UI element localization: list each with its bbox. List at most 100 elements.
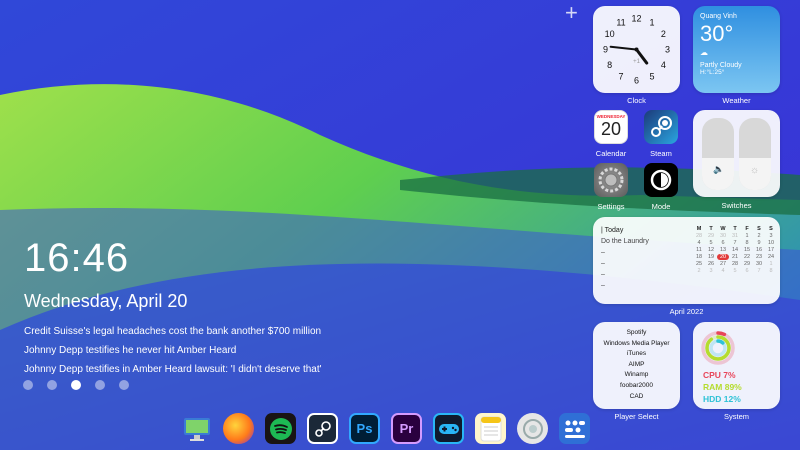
control-panel-icon[interactable] <box>559 413 590 444</box>
volume-slider[interactable]: 🔈 <box>702 118 734 190</box>
calendar-day-cell[interactable]: 17 <box>765 247 777 253</box>
page-dot[interactable] <box>23 380 33 390</box>
steam-glyph <box>314 420 331 437</box>
calendar-day-cell[interactable]: 1 <box>741 233 753 239</box>
calendar-day-cell[interactable]: 13 <box>717 247 729 253</box>
settings-circle-icon[interactable] <box>517 413 548 444</box>
page-dot[interactable] <box>119 380 129 390</box>
todo-item[interactable]: – <box>601 269 649 280</box>
calendar-day-cell[interactable]: 29 <box>705 233 717 239</box>
calendar-day-cell[interactable]: 5 <box>729 268 741 274</box>
spotify-icon[interactable] <box>265 413 296 444</box>
premiere-icon[interactable]: Pr <box>391 413 422 444</box>
calendar-day-cell[interactable]: 6 <box>717 240 729 246</box>
calendar-day-cell[interactable]: 25 <box>693 261 705 267</box>
todo-item[interactable]: – <box>601 247 649 258</box>
minute-hand <box>609 45 638 51</box>
settings-circle-glyph <box>522 418 543 439</box>
news-item[interactable]: Johnny Depp testifies he never hit Amber… <box>24 341 322 360</box>
weather-widget[interactable]: Quang Vinh 30° ☁ Partly Cloudy H:°L:25° <box>693 6 780 93</box>
switches-widget: 🔈 ☼ <box>693 110 780 197</box>
cloud-icon: ☁ <box>700 48 708 57</box>
steam-icon[interactable] <box>307 413 338 444</box>
todo-item[interactable]: – <box>601 258 649 269</box>
calendar-day-cell[interactable]: 29 <box>741 261 753 267</box>
calendar-day-cell[interactable]: 4 <box>693 240 705 246</box>
calendar-day-cell[interactable]: 30 <box>717 233 729 239</box>
gamepad-icon[interactable] <box>433 413 464 444</box>
page-dot[interactable] <box>47 380 57 390</box>
calendar-day-cell[interactable]: 23 <box>753 254 765 260</box>
calendar-day-cell[interactable]: 11 <box>693 247 705 253</box>
photoshop-glyph: Ps <box>356 421 373 436</box>
player-option[interactable]: iTunes <box>593 349 680 360</box>
player-option[interactable]: Spotify <box>593 328 680 339</box>
weekday-header: S <box>757 226 761 232</box>
calendar-day-cell[interactable]: 15 <box>741 247 753 253</box>
weekday-header: T <box>709 226 713 232</box>
todo-item[interactable]: – <box>601 280 649 291</box>
todo-items: Do the Laundry – – – – <box>601 236 649 291</box>
add-widget-icon[interactable]: + <box>565 0 578 26</box>
calendar-day-cell[interactable]: 18 <box>693 254 705 260</box>
player-option[interactable]: Windows Media Player <box>593 339 680 350</box>
calendar-day-cell[interactable]: 22 <box>741 254 753 260</box>
calendar-day-cell[interactable]: 19 <box>705 254 717 260</box>
todo-item[interactable]: Do the Laundry <box>601 236 649 247</box>
mode-app-icon[interactable] <box>644 163 678 197</box>
todo-widget-label: April 2022 <box>669 307 704 316</box>
player-option[interactable]: foobar2000 <box>593 381 680 392</box>
calendar-day-cell[interactable]: 3 <box>705 268 717 274</box>
calendar-day-cell[interactable]: 9 <box>753 240 765 246</box>
page-dot[interactable] <box>71 380 81 390</box>
calendar-day-cell[interactable]: 3 <box>765 233 777 239</box>
news-item[interactable]: Johnny Depp testifies in Amber Heard law… <box>24 360 322 379</box>
calendar-day-cell[interactable]: 30 <box>753 261 765 267</box>
calendar-day-cell[interactable]: 28 <box>729 261 741 267</box>
page-dot[interactable] <box>95 380 105 390</box>
monitor-icon[interactable] <box>181 413 212 444</box>
settings-app-icon[interactable] <box>594 163 628 197</box>
calendar-day-cell[interactable]: 10 <box>765 240 777 246</box>
clock-number: 9 <box>603 45 608 55</box>
notes-icon[interactable] <box>475 413 506 444</box>
steam-app-icon[interactable] <box>644 110 678 144</box>
calendar-day-cell[interactable]: 2 <box>693 268 705 274</box>
calendar-day-cell[interactable]: 31 <box>729 233 741 239</box>
calendar-day-cell[interactable]: 8 <box>741 240 753 246</box>
weekday-header: F <box>745 226 749 232</box>
calendar-day-cell[interactable]: 12 <box>705 247 717 253</box>
photoshop-icon[interactable]: Ps <box>349 413 380 444</box>
calendar-app-icon[interactable]: WEDNESDAY 20 <box>594 110 628 144</box>
clock-widget[interactable]: 12 1 2 3 4 5 6 7 8 9 10 11 +1 <box>593 6 680 93</box>
news-item[interactable]: Credit Suisse's legal headaches cost the… <box>24 322 322 341</box>
weather-condition: Partly Cloudy <box>700 62 742 69</box>
calendar-day-cell[interactable]: 2 <box>753 233 765 239</box>
calendar-day-cell[interactable]: 26 <box>705 261 717 267</box>
calendar-day-cell[interactable]: 8 <box>765 268 777 274</box>
brightness-slider[interactable]: ☼ <box>739 118 771 190</box>
calendar-day-cell[interactable]: 16 <box>753 247 765 253</box>
calendar-day-cell[interactable]: 4 <box>717 268 729 274</box>
player-option[interactable]: AIMP <box>593 360 680 371</box>
calendar-day-cell[interactable]: 6 <box>741 268 753 274</box>
clock-number: 10 <box>605 29 615 39</box>
news-feed: Credit Suisse's legal headaches cost the… <box>24 322 322 379</box>
clock-number: 7 <box>618 71 623 81</box>
clock-number: 3 <box>665 45 670 55</box>
calendar-day-cell[interactable]: 5 <box>705 240 717 246</box>
page-dots <box>23 380 129 390</box>
calendar-day-cell[interactable]: 27 <box>717 261 729 267</box>
calendar-day-cell[interactable]: 1 <box>765 261 777 267</box>
firefox-icon[interactable] <box>223 413 254 444</box>
calendar-day-cell[interactable]: 21 <box>729 254 741 260</box>
player-option[interactable]: CAD <box>593 392 680 403</box>
player-option[interactable]: Winamp <box>593 370 680 381</box>
calendar-day-cell[interactable]: 14 <box>729 247 741 253</box>
todo-calendar-widget[interactable]: | Today Do the Laundry – – – – M T W T F S S 28 29 30… <box>593 217 780 304</box>
calendar-day-cell[interactable]: 24 <box>765 254 777 260</box>
calendar-day-cell[interactable]: 7 <box>753 268 765 274</box>
calendar-day-cell[interactable]: 20 <box>717 254 729 260</box>
calendar-day-cell[interactable]: 28 <box>693 233 705 239</box>
calendar-day-cell[interactable]: 7 <box>729 240 741 246</box>
